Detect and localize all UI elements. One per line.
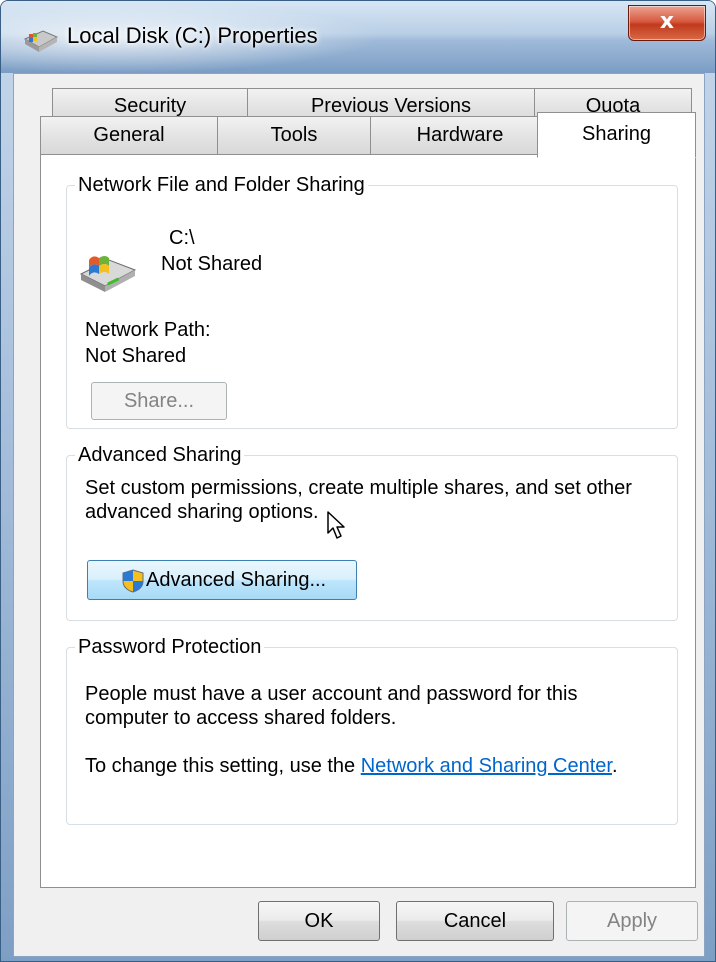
- tab-label: Tools: [270, 124, 318, 146]
- sharing-tab-panel: Network File and Folder Sharing C:\ Not …: [40, 154, 696, 888]
- group-title: Network File and Folder Sharing: [75, 173, 368, 197]
- title-bar[interactable]: Local Disk (C:) Properties x: [1, 1, 715, 73]
- tab-label: General: [93, 124, 165, 146]
- window-title: Local Disk (C:) Properties: [67, 23, 318, 48]
- properties-window: Local Disk (C:) Properties x Security Pr…: [0, 0, 716, 962]
- cursor-pointer-icon: [327, 511, 345, 539]
- password-protection-group: Password Protection People must have a u…: [66, 635, 678, 825]
- close-button[interactable]: x: [628, 5, 706, 41]
- group-title: Advanced Sharing: [75, 443, 245, 467]
- ok-button[interactable]: OK: [258, 901, 380, 941]
- network-sharing-center-link[interactable]: Network and Sharing Center: [361, 755, 612, 777]
- password-protection-line2: computer to access shared folders.: [85, 707, 397, 729]
- advanced-sharing-button-label: Advanced Sharing...: [146, 569, 327, 591]
- share-button[interactable]: Share...: [91, 382, 227, 420]
- advanced-sharing-group: Advanced Sharing Set custom permissions,…: [66, 443, 678, 621]
- group-title: Password Protection: [75, 635, 265, 659]
- dialog-client-area: Security Previous Versions Quota General…: [13, 73, 705, 957]
- drive-icon: [23, 30, 59, 52]
- change-setting-text: To change this setting, use the Network …: [85, 754, 618, 778]
- tab-label: Previous Versions: [310, 95, 472, 117]
- tab-tools[interactable]: Tools: [217, 116, 371, 154]
- network-path-label: Network Path:: [85, 319, 211, 341]
- advanced-sharing-description-line2: advanced sharing options.: [85, 501, 319, 523]
- tab-label: Sharing: [582, 123, 651, 145]
- shield-icon: [122, 569, 144, 593]
- apply-button[interactable]: Apply: [566, 901, 698, 941]
- network-path-value: Not Shared: [85, 345, 187, 367]
- close-icon: x: [659, 9, 675, 34]
- change-setting-prefix: To change this setting, use the: [85, 755, 361, 777]
- drive-name: C:\: [169, 227, 195, 249]
- network-sharing-group: Network File and Folder Sharing C:\ Not …: [66, 173, 678, 429]
- tab-general[interactable]: General: [40, 116, 218, 154]
- advanced-sharing-description-line1: Set custom permissions, create multiple …: [85, 477, 632, 499]
- tab-label: Hardware: [416, 124, 504, 146]
- tab-hardware[interactable]: Hardware: [370, 116, 550, 154]
- password-protection-line1: People must have a user account and pass…: [85, 683, 578, 705]
- drive-share-status: Not Shared: [161, 253, 263, 275]
- change-setting-suffix: .: [611, 755, 618, 777]
- drive-icon: [79, 256, 137, 292]
- cancel-button[interactable]: Cancel: [396, 901, 554, 941]
- advanced-sharing-button[interactable]: Advanced Sharing...: [87, 560, 357, 600]
- tab-label: Security: [113, 95, 187, 117]
- tab-sharing[interactable]: Sharing: [537, 112, 696, 158]
